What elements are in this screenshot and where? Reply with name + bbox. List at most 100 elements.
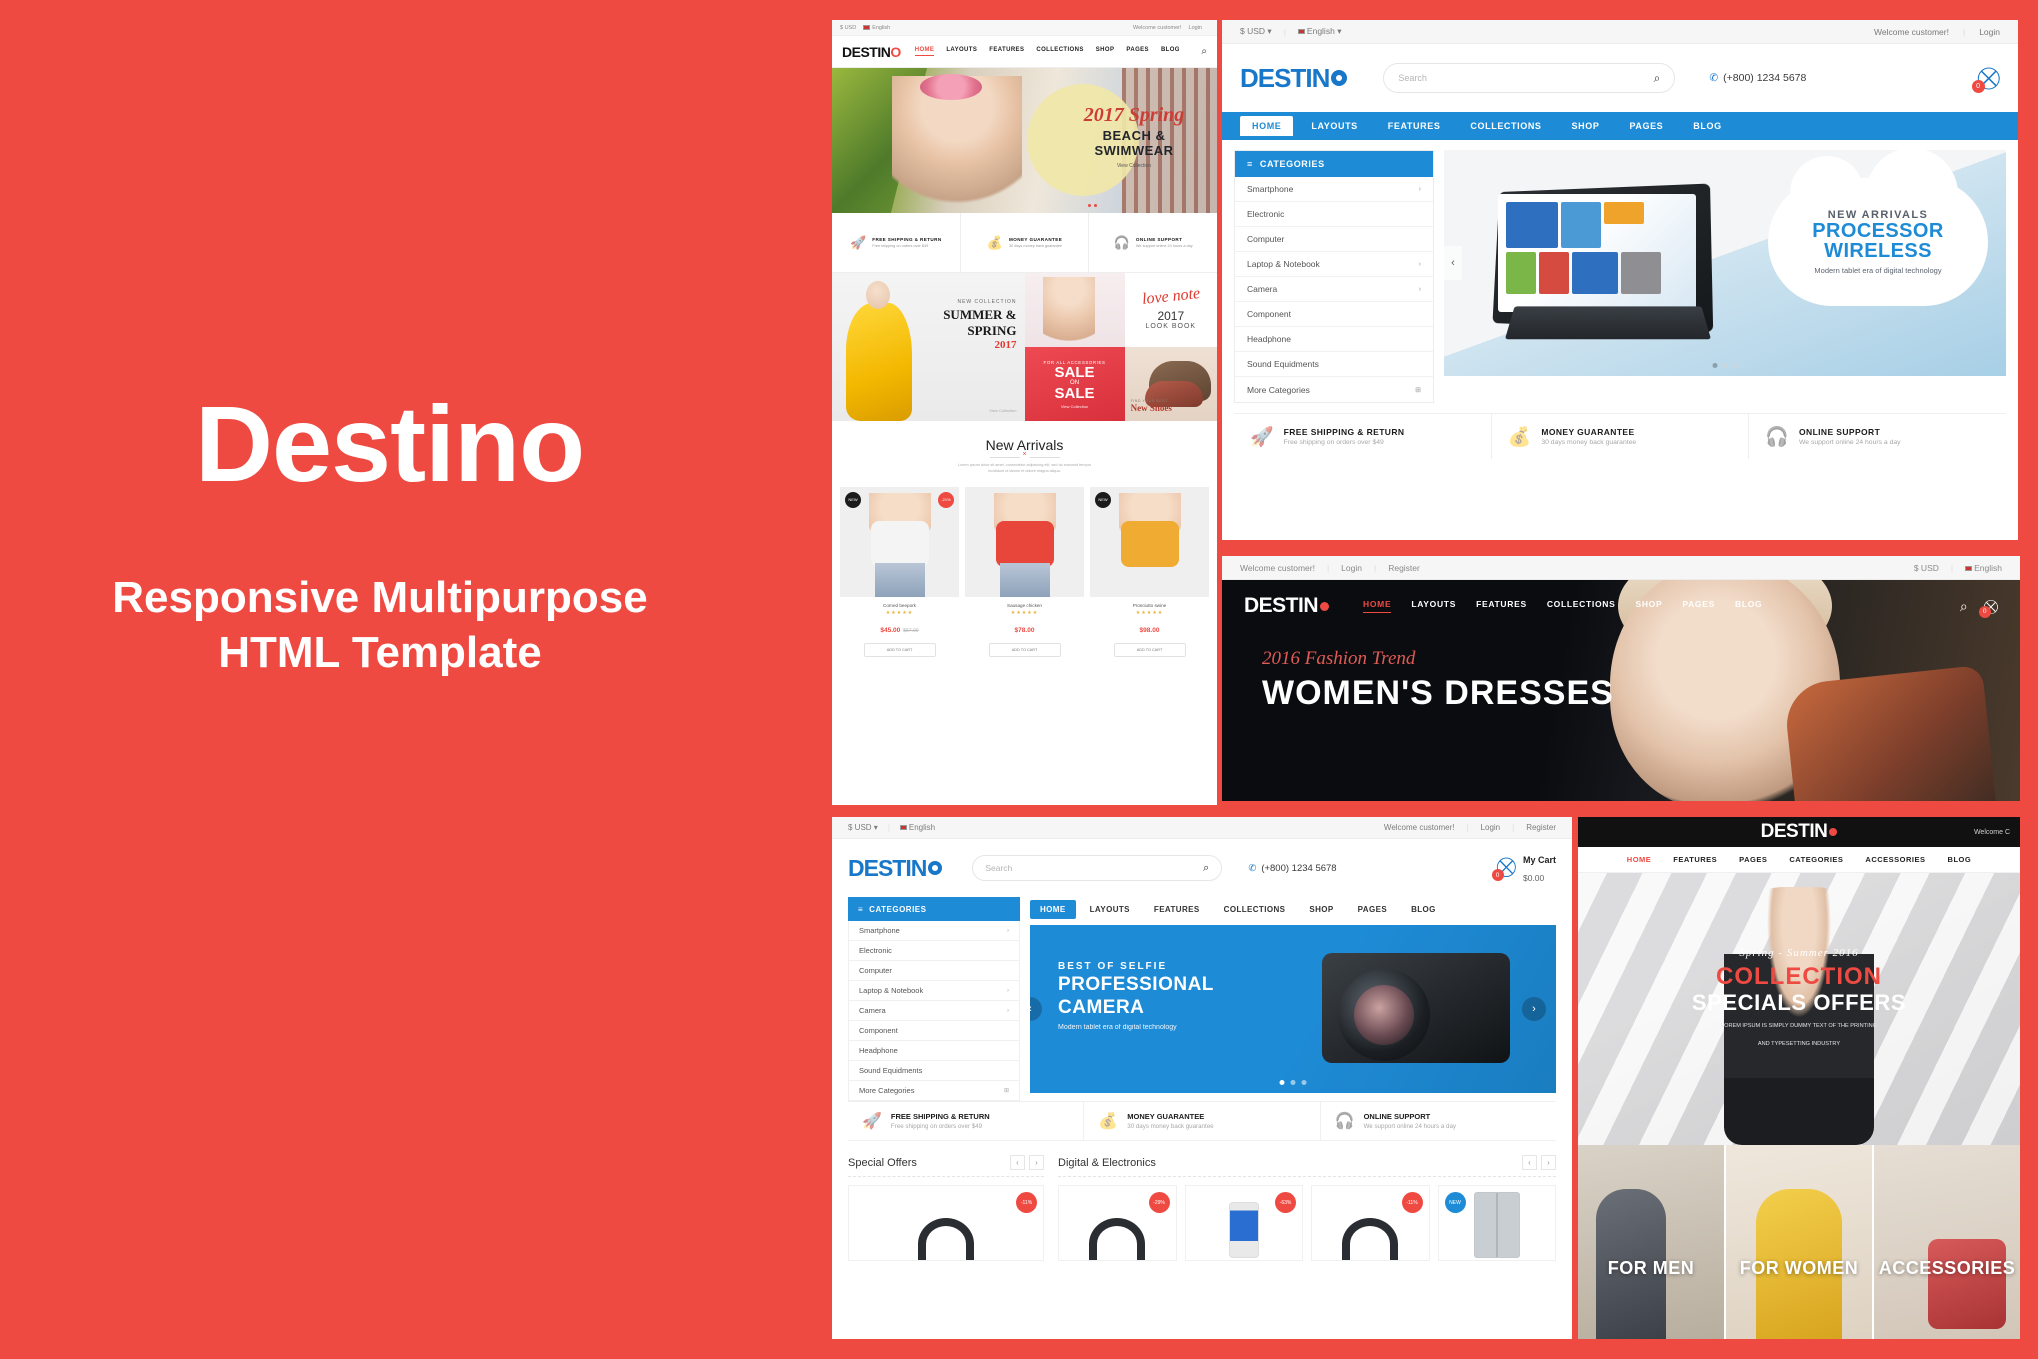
nav-item-layouts[interactable]: LAYOUTS [1080,900,1140,919]
promo-cta[interactable]: View Collection [989,408,1016,413]
nav-item-features[interactable]: FEATURES [1144,900,1210,919]
preview-panel-fashion-bottom[interactable]: DESTIN Welcome C HOME FEATURES PAGES CAT… [1578,817,2020,1339]
language-selector[interactable]: English [1965,563,2002,573]
slider-dots[interactable] [1712,363,1738,368]
nav-item-features[interactable]: FEATURES [1476,599,1527,613]
hero-slider[interactable]: ‹ NEW ARRIVALS PROCESSOR WIRELESS Modern… [1444,150,2006,376]
category-item-component[interactable]: Component [848,1021,1020,1041]
category-item-computer[interactable]: Computer [848,961,1020,981]
nav-item-pages[interactable]: PAGES [1126,47,1149,56]
logo[interactable]: DESTIN [1244,594,1330,618]
search-icon[interactable]: ⌕ [1960,598,1968,615]
carousel-next-button[interactable]: › [1541,1155,1556,1170]
logo[interactable]: DESTIN [1240,63,1348,94]
add-to-cart-button[interactable]: ADD TO CART [863,642,936,657]
search-icon[interactable]: ⌕ [1201,46,1207,57]
promo-cta[interactable]: View Collection [1061,404,1088,409]
hero-banner[interactable]: Spring - Summer 2016 COLLECTION SPECIALS… [1578,873,2020,1145]
category-card-for-women[interactable]: FOR WOMEN [1726,1145,1874,1339]
logo[interactable]: DESTINO [842,44,901,60]
promo-shoes[interactable]: FIND YOUR BEST New Shoes [1124,347,1217,421]
nav-item-pages[interactable]: PAGES [1682,599,1715,613]
hero-cta[interactable]: View Collection [1059,163,1209,169]
category-item-laptop-notebook[interactable]: Laptop & Notebook › [848,981,1020,1001]
product-card[interactable]: -11% [848,1185,1044,1261]
categories-header[interactable]: ≡ CATEGORIES [848,897,1020,921]
carousel-prev-button[interactable]: ‹ [1010,1155,1025,1170]
login-link[interactable]: Login [1189,25,1202,31]
nav-item-collections[interactable]: COLLECTIONS [1547,599,1616,613]
category-item-camera[interactable]: Camera › [848,1001,1020,1021]
product-card[interactable]: NEW [1437,1185,1556,1261]
search-icon[interactable]: ⌕ [1654,71,1661,86]
nav-item-blog[interactable]: BLOG [1948,855,1972,864]
slider-dots[interactable] [1088,204,1097,207]
nav-item-features[interactable]: FEATURES [1673,855,1717,864]
logo[interactable]: DESTIN [1761,821,1838,843]
preview-panel-electronics-bottom[interactable]: $ USD ▾ | English Welcome customer! | Lo… [832,817,1572,1339]
hero-slider[interactable]: BEST OF SELFIE PROFESSIONAL CAMERA Moder… [1030,925,1556,1093]
nav-item-pages[interactable]: PAGES [1617,116,1675,136]
nav-item-blog[interactable]: BLOG [1735,599,1762,613]
nav-item-layouts[interactable]: LAYOUTS [1299,116,1369,136]
category-card-accessories[interactable]: ACCESSORIES [1874,1145,2020,1339]
nav-item-collections[interactable]: COLLECTIONS [1036,47,1083,56]
cart-button[interactable]: ⛒ 0 [1971,65,2000,93]
nav-item-layouts[interactable]: LAYOUTS [1411,599,1456,613]
category-item-sound-equidments[interactable]: Sound Equidments [848,1061,1020,1081]
category-item-smartphone[interactable]: Smartphone › [848,921,1020,941]
category-item-more-categories[interactable]: More Categories ⊞ [848,1081,1020,1101]
register-link[interactable]: Register [1526,823,1556,832]
carousel-prev-button[interactable]: ‹ [1522,1155,1537,1170]
category-card-for-men[interactable]: FOR MEN [1578,1145,1726,1339]
nav-item-home[interactable]: HOME [914,47,935,56]
login-link[interactable]: Login [1341,563,1362,573]
category-item-headphone[interactable]: Headphone [1235,327,1433,352]
category-item-more-categories[interactable]: More Categories ⊞ [1235,377,1433,402]
preview-panel-fashion-dark[interactable]: Welcome customer! | Login | Register $ U… [1222,556,2020,801]
nav-item-collections[interactable]: COLLECTIONS [1458,116,1553,136]
nav-item-shop[interactable]: SHOP [1635,599,1662,613]
logo[interactable]: DESTIN [848,855,943,882]
category-item-laptop-notebook[interactable]: Laptop & Notebook › [1235,252,1433,277]
promo-lookbook[interactable]: love note 2017 LOOK BOOK [1124,273,1217,347]
nav-item-accessories[interactable]: ACCESSORIES [1865,855,1925,864]
product-card[interactable]: -63% [1184,1185,1303,1261]
promo-sale[interactable]: FOR ALL ACCESSORIES SALE ON SALE View Co… [1024,347,1125,421]
nav-item-pages[interactable]: PAGES [1348,900,1397,919]
slider-prev-button[interactable]: ‹ [1444,246,1462,280]
nav-item-shop[interactable]: SHOP [1096,47,1115,56]
category-item-smartphone[interactable]: Smartphone › [1235,177,1433,202]
hero-slider[interactable]: 2017 Spring BEACH & SWIMWEAR View Collec… [832,68,1217,213]
category-item-headphone[interactable]: Headphone [848,1041,1020,1061]
cart-button[interactable]: ⛒ 0 My Cart $0.00 [1491,850,1556,886]
category-item-camera[interactable]: Camera › [1235,277,1433,302]
nav-item-home[interactable]: HOME [1363,599,1392,613]
category-item-computer[interactable]: Computer [1235,227,1433,252]
login-link[interactable]: Login [1481,823,1501,832]
product-card[interactable]: -11% [1311,1185,1430,1261]
category-item-electronic[interactable]: Electronic [1235,202,1433,227]
language-selector[interactable]: English [863,25,890,31]
preview-panel-fashion-light[interactable]: $ USD English Welcome customer! Login DE… [832,20,1217,805]
nav-item-collections[interactable]: COLLECTIONS [1214,900,1296,919]
category-item-electronic[interactable]: Electronic [848,941,1020,961]
currency-selector[interactable]: $ USD [1914,563,1939,573]
promo-summer-spring[interactable]: NEW COLLECTION SUMMER & SPRING 2017 View… [832,273,1025,421]
cart-button[interactable]: ⛒ 0 [1978,598,1998,618]
carousel-next-button[interactable]: › [1029,1155,1044,1170]
nav-item-layouts[interactable]: LAYOUTS [946,47,977,56]
product-card[interactable]: -29% [1058,1185,1177,1261]
login-link[interactable]: Login [1979,27,2000,37]
hero-banner[interactable]: DESTIN HOME LAYOUTS FEATURES COLLECTIONS… [1222,580,2020,801]
nav-item-blog[interactable]: BLOG [1681,116,1733,136]
categories-header[interactable]: ≡ CATEGORIES [1235,151,1433,177]
category-item-sound-equidments[interactable]: Sound Equidments [1235,352,1433,377]
nav-item-categories[interactable]: CATEGORIES [1789,855,1843,864]
slider-next-button[interactable]: › [1522,997,1546,1021]
slider-prev-button[interactable]: ‹ [1030,997,1042,1021]
search-icon[interactable]: ⌕ [1203,862,1209,875]
nav-item-blog[interactable]: BLOG [1161,47,1180,56]
preview-panel-electronics-top[interactable]: $ USD ▾ | English ▾ Welcome customer! | … [1222,20,2018,540]
slider-dots[interactable] [1279,1080,1307,1085]
